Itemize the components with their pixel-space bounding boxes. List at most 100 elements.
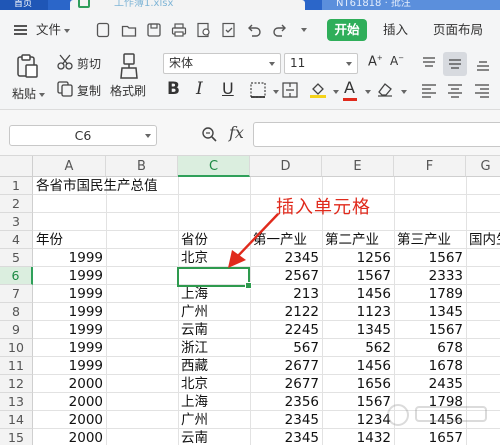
cell-g8[interactable] (466, 303, 500, 321)
cell-d13[interactable]: 2356 (250, 393, 322, 411)
print-icon[interactable] (171, 22, 187, 38)
cut-button[interactable]: 剪切 (77, 55, 101, 72)
row-header-14[interactable]: 14 (0, 411, 33, 429)
cell-c14[interactable]: 广州 (178, 411, 250, 429)
row-header-9[interactable]: 9 (0, 321, 33, 339)
cell-e11[interactable]: 1456 (322, 357, 394, 375)
format-painter-button[interactable]: 格式刷 (110, 82, 146, 99)
column-header-a[interactable]: A (33, 156, 106, 177)
cell-e8[interactable]: 1123 (322, 303, 394, 321)
row-header-12[interactable]: 12 (0, 375, 33, 393)
row-header-7[interactable]: 7 (0, 285, 33, 303)
cell-g3[interactable] (466, 213, 500, 231)
cell-g1[interactable] (466, 177, 500, 195)
cell-a3[interactable] (33, 213, 106, 231)
cell-g7[interactable] (466, 285, 500, 303)
row-header-11[interactable]: 11 (0, 357, 33, 375)
cell-f4[interactable]: 第三产业 (394, 231, 466, 249)
column-header-b[interactable]: B (106, 156, 178, 177)
column-header-g[interactable]: G (466, 156, 500, 177)
increase-font-button[interactable]: A+ (368, 54, 383, 69)
column-header-e[interactable]: E (322, 156, 394, 177)
cell-e7[interactable]: 1456 (322, 285, 394, 303)
cell-d10[interactable]: 567 (250, 339, 322, 357)
row-header-10[interactable]: 10 (0, 339, 33, 357)
cell-e4[interactable]: 第二产业 (322, 231, 394, 249)
cell-f3[interactable] (394, 213, 466, 231)
cell-e5[interactable]: 1256 (322, 249, 394, 267)
row-header-13[interactable]: 13 (0, 393, 33, 411)
font-name-select[interactable]: 宋体 (163, 53, 281, 74)
fill-color-icon[interactable] (309, 80, 327, 98)
row-header-15[interactable]: 15 (0, 429, 33, 445)
italic-button[interactable]: I (196, 79, 203, 99)
merge-cells-icon[interactable] (281, 81, 299, 99)
cell-c10[interactable]: 浙江 (178, 339, 250, 357)
cell-a14[interactable]: 2000 (33, 411, 106, 429)
cell-d7[interactable]: 213 (250, 285, 322, 303)
cell-e6[interactable]: 1567 (322, 267, 394, 285)
tab-home[interactable]: 首页 (0, 0, 48, 10)
print-preview-icon[interactable] (196, 22, 212, 38)
cell-f6[interactable]: 2333 (394, 267, 466, 285)
cell-e9[interactable]: 1345 (322, 321, 394, 339)
cell-f11[interactable]: 1678 (394, 357, 466, 375)
row-header-1[interactable]: 1 (0, 177, 33, 195)
cell-a11[interactable]: 1999 (33, 357, 106, 375)
clear-format-dropdown-icon[interactable] (401, 90, 407, 94)
cell-c1[interactable] (178, 177, 250, 195)
row-header-4[interactable]: 4 (0, 231, 33, 249)
cell-d12[interactable]: 2677 (250, 375, 322, 393)
cell-a15[interactable]: 2000 (33, 429, 106, 445)
cell-f10[interactable]: 678 (394, 339, 466, 357)
cell-g6[interactable] (466, 267, 500, 285)
align-center-icon[interactable] (446, 82, 464, 100)
align-right-icon[interactable] (473, 82, 491, 100)
cell-f5[interactable]: 1567 (394, 249, 466, 267)
decrease-font-button[interactable]: A− (390, 54, 404, 68)
font-size-select[interactable]: 11 (284, 53, 358, 74)
tab-insert[interactable]: 插入 (383, 20, 408, 40)
align-left-icon[interactable] (420, 82, 438, 100)
copy-icon[interactable] (56, 80, 74, 98)
save-icon[interactable] (146, 22, 162, 38)
hamburger-menu-icon[interactable] (14, 25, 27, 35)
cell-g10[interactable] (466, 339, 500, 357)
cell-c7[interactable]: 上海 (178, 285, 250, 303)
underline-button[interactable]: U (222, 79, 234, 98)
cell-d9[interactable]: 2245 (250, 321, 322, 339)
cell-f1[interactable] (394, 177, 466, 195)
fill-color-dropdown-icon[interactable] (333, 90, 339, 94)
borders-icon[interactable] (249, 81, 267, 99)
align-middle-button[interactable] (443, 52, 467, 76)
cell-f7[interactable]: 1789 (394, 285, 466, 303)
cell-f8[interactable]: 1345 (394, 303, 466, 321)
cell-a9[interactable]: 1999 (33, 321, 106, 339)
cell-a12[interactable]: 2000 (33, 375, 106, 393)
cell-e10[interactable]: 562 (322, 339, 394, 357)
cell-g9[interactable] (466, 321, 500, 339)
quick-access-dropdown-icon[interactable] (301, 28, 307, 32)
cell-a4[interactable]: 年份 (33, 231, 106, 249)
paste-button[interactable]: 粘贴 (12, 85, 46, 102)
new-document-icon[interactable] (95, 22, 111, 38)
borders-dropdown-icon[interactable] (273, 90, 279, 94)
formula-input[interactable] (253, 122, 500, 147)
tab-page-layout[interactable]: 页面布局 (433, 20, 483, 40)
column-header-d[interactable]: D (250, 156, 322, 177)
cell-d15[interactable]: 2345 (250, 429, 322, 445)
cell-c12[interactable]: 北京 (178, 375, 250, 393)
cell-a2[interactable] (33, 195, 106, 213)
insert-function-button[interactable]: fx (229, 123, 244, 142)
cell-g2[interactable] (466, 195, 500, 213)
paste-icon[interactable] (14, 53, 40, 79)
cell-c13[interactable]: 上海 (178, 393, 250, 411)
column-header-c[interactable]: C (178, 156, 250, 177)
cell-c11[interactable]: 西藏 (178, 357, 250, 375)
align-top-icon[interactable] (420, 55, 438, 73)
bold-button[interactable]: B (167, 79, 180, 99)
cell-a1[interactable]: 各省市国民生产总值 (33, 177, 161, 195)
cell-f2[interactable] (394, 195, 466, 213)
redo-icon[interactable] (272, 22, 288, 38)
tab-document[interactable]: 工作簿1.xlsx (70, 0, 305, 10)
